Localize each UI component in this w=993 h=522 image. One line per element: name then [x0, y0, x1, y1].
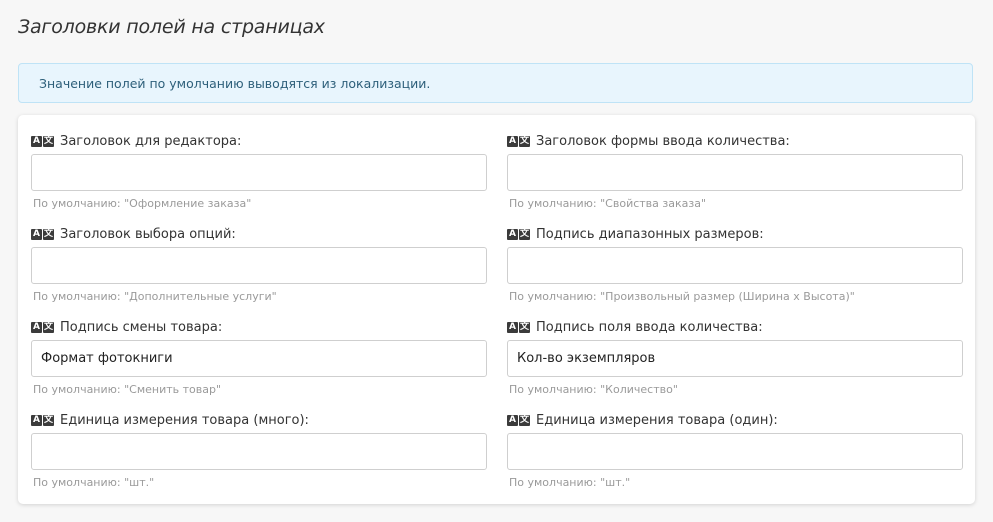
translate-icon: A文 — [507, 135, 530, 147]
translate-icon: A文 — [507, 321, 530, 333]
field-hint: По умолчанию: "шт." — [509, 476, 631, 489]
translate-icon: A文 — [31, 135, 54, 147]
field-hint: По умолчанию: "Дополнительные услуги" — [33, 290, 277, 303]
translate-icon: A文 — [31, 414, 54, 426]
quantity-input-caption-input[interactable] — [507, 340, 963, 377]
quantity-form-title-input[interactable] — [507, 154, 963, 191]
range-sizes-caption-input[interactable] — [507, 247, 963, 284]
field-label: Подпись поля ввода количества: — [536, 319, 763, 335]
field-hint: По умолчанию: "Произвольный размер (Шири… — [509, 290, 855, 303]
change-product-caption-input[interactable] — [31, 340, 487, 377]
fields-card: A文 Заголовок для редактора: По умолчанию… — [18, 115, 975, 504]
field-label: Заголовок формы ввода количества: — [536, 133, 790, 149]
field-label: Единица измерения товара (один): — [536, 412, 778, 428]
translate-icon: A文 — [31, 228, 54, 240]
unit-many-input[interactable] — [31, 433, 487, 470]
translate-icon: A文 — [507, 228, 530, 240]
field-hint: По умолчанию: "Сменить товар" — [33, 383, 222, 396]
field-label: Заголовок для редактора: — [60, 133, 242, 149]
field-label: Единица измерения товара (много): — [60, 412, 309, 428]
field-label: Заголовок выбора опций: — [60, 226, 236, 242]
field-label: Подпись смены товара: — [60, 319, 223, 335]
field-hint: По умолчанию: "Свойства заказа" — [509, 197, 707, 210]
info-alert: Значение полей по умолчанию выводятся из… — [18, 63, 973, 103]
unit-one-input[interactable] — [507, 433, 963, 470]
page-title: Заголовки полей на страницах — [18, 16, 325, 38]
field-hint: По умолчанию: "шт." — [33, 476, 155, 489]
field-hint: По умолчанию: "Количество" — [509, 383, 678, 396]
translate-icon: A文 — [507, 414, 530, 426]
editor-title-input[interactable] — [31, 154, 487, 191]
field-label: Подпись диапазонных размеров: — [536, 226, 764, 242]
options-title-input[interactable] — [31, 247, 487, 284]
field-hint: По умолчанию: "Оформление заказа" — [33, 197, 252, 210]
translate-icon: A文 — [31, 321, 54, 333]
